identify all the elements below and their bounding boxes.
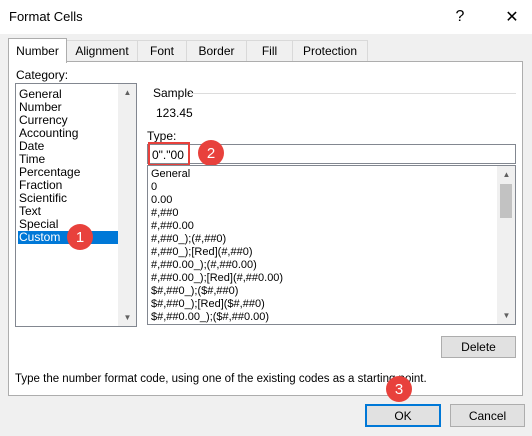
scroll-up-arrow-icon[interactable]: ▲ (119, 84, 136, 101)
format-item[interactable]: #,##0.00_);(#,##0.00) (151, 259, 257, 272)
ok-button[interactable]: OK (365, 404, 441, 427)
scroll-up-arrow-icon[interactable]: ▲ (498, 166, 515, 183)
step-badge-3: 3 (386, 376, 412, 402)
tab-alignment[interactable]: Alignment (66, 40, 138, 61)
step-badge-1: 1 (67, 224, 93, 250)
format-item[interactable]: 0.00 (151, 194, 172, 207)
delete-button[interactable]: Delete (441, 336, 516, 358)
format-item[interactable]: General (151, 168, 190, 181)
category-list[interactable]: General Number Currency Accounting Date … (15, 83, 137, 327)
hint-text: Type the number format code, using one o… (15, 373, 427, 385)
category-scrollbar[interactable]: ▲ ▼ (118, 84, 136, 326)
format-item[interactable]: $#,##0_);[Red]($#,##0) (151, 298, 265, 311)
tab-font[interactable]: Font (137, 40, 187, 61)
tab-protection[interactable]: Protection (292, 40, 368, 61)
scrollbar-thumb[interactable] (500, 184, 512, 218)
format-item[interactable]: #,##0.00_);[Red](#,##0.00) (151, 272, 283, 285)
category-label: Category: (16, 68, 69, 82)
sample-group-line (190, 93, 516, 94)
format-item[interactable]: #,##0 (151, 207, 179, 220)
type-label: Type: (147, 129, 177, 143)
format-item[interactable]: 0 (151, 181, 157, 194)
help-button[interactable]: ? (442, 4, 478, 30)
step-badge-2: 2 (198, 140, 224, 166)
type-highlight-box (148, 142, 190, 166)
tab-bar: Number Alignment Font Border Fill Protec… (8, 38, 368, 63)
format-item[interactable]: #,##0.00 (151, 220, 194, 233)
window-title: Format Cells (9, 9, 83, 24)
format-code-list[interactable]: General 0 0.00 #,##0 #,##0.00 #,##0_);(#… (147, 165, 516, 325)
format-item[interactable]: $#,##0.00_);($#,##0.00) (151, 311, 269, 324)
scroll-down-arrow-icon[interactable]: ▼ (498, 307, 515, 324)
format-list-scrollbar[interactable]: ▲ ▼ (497, 166, 515, 324)
format-item[interactable]: #,##0_);[Red](#,##0) (151, 246, 253, 259)
tab-number[interactable]: Number (8, 38, 67, 63)
format-item[interactable]: #,##0_);(#,##0) (151, 233, 226, 246)
sample-value: 123.45 (156, 106, 193, 120)
tab-border[interactable]: Border (186, 40, 247, 61)
sample-label: Sample (153, 86, 194, 100)
close-button[interactable]: ✕ (494, 4, 530, 30)
scroll-down-arrow-icon[interactable]: ▼ (119, 309, 136, 326)
cancel-button[interactable]: Cancel (450, 404, 525, 427)
tab-fill[interactable]: Fill (246, 40, 293, 61)
format-item[interactable]: $#,##0_);($#,##0) (151, 285, 238, 298)
